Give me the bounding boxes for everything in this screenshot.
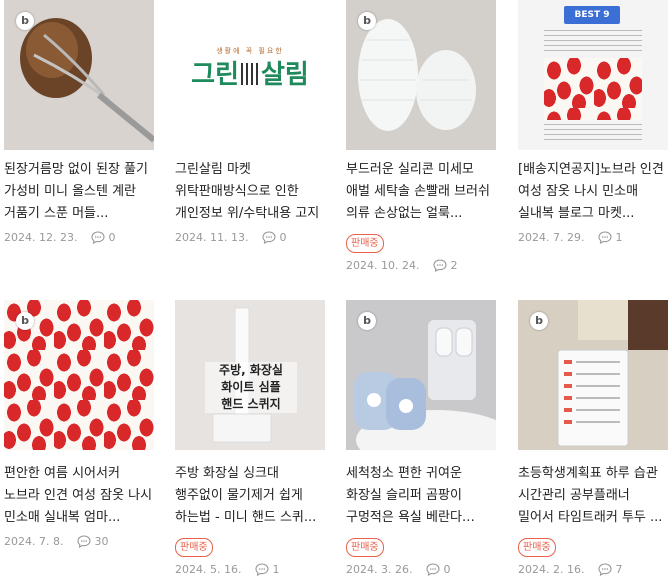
overlay-caption: 주방, 화장실 화이트 심플 핸드 스퀴지 <box>205 362 297 413</box>
post-title[interactable]: 주방 화장실 싱크대 행주없이 물기제거 쉽게 하는법 - 미니 핸드 스퀴..… <box>175 463 325 529</box>
post-card[interactable]: BEST 9 [배송지연공지]노브라 인견 여성 잠옷 나시 민소매 실내복 블… <box>518 0 668 244</box>
blog-badge-icon: b <box>16 312 34 330</box>
post-meta: 2024. 2. 16. 7 <box>518 563 668 576</box>
post-title[interactable]: 세척청소 편한 귀여운 화장실 슬리퍼 곰팡이 구멍적은 욕실 베란다 실내화.… <box>346 463 496 529</box>
post-card[interactable]: b 초등학생계획표 하루 습관 시간관리 공부플래너 밀어서 타임트래커 투두 … <box>518 300 668 576</box>
post-thumbnail[interactable]: b <box>518 300 668 450</box>
post-thumbnail[interactable]: b <box>4 300 154 450</box>
post-date: 2024. 11. 13. <box>175 231 249 244</box>
best-badge: BEST 9 <box>564 6 620 24</box>
logo-tagline: 생활에 꼭 필요한 <box>216 47 284 55</box>
blog-badge-icon: b <box>358 12 376 30</box>
text-lines <box>544 30 642 54</box>
green-salim-logo: 생활에 꼭 필요한 그린 살림 <box>175 46 325 90</box>
post-date: 2024. 3. 26. <box>346 563 413 576</box>
post-thumbnail[interactable]: b <box>4 0 154 150</box>
post-meta: 2024. 7. 29. 1 <box>518 231 668 244</box>
post-card[interactable]: b 편안한 여름 시어서커 노브라 인견 여성 잠옷 나시 민소매 실내복 엄마… <box>4 300 154 548</box>
post-thumbnail[interactable]: BEST 9 <box>518 0 668 150</box>
on-sale-tag: 판매중 <box>346 234 384 253</box>
post-date: 2024. 10. 24. <box>346 259 420 272</box>
post-card[interactable]: 생활에 꼭 필요한 그린 살림 그린살림 마켓 위탁판매방식으로 인한 개인정보 … <box>175 0 325 244</box>
post-date: 2024. 12. 23. <box>4 231 78 244</box>
comment-icon <box>433 259 448 272</box>
logo-utensil-icon <box>241 63 259 85</box>
comment-count[interactable]: 1 <box>255 563 279 576</box>
post-title[interactable]: 초등학생계획표 하루 습관 시간관리 공부플래너 밀어서 타임트래커 투두 ..… <box>518 463 668 529</box>
logo-text-right: 살림 <box>261 60 309 90</box>
comment-icon <box>262 231 277 244</box>
logo-text-left: 그린 <box>191 60 239 90</box>
post-thumbnail[interactable]: 생활에 꼭 필요한 그린 살림 <box>175 0 325 150</box>
on-sale-tag: 판매중 <box>346 538 384 557</box>
comment-count[interactable]: 0 <box>426 563 450 576</box>
on-sale-tag: 판매중 <box>175 538 213 557</box>
comment-count[interactable]: 1 <box>598 231 622 244</box>
post-meta: 2024. 12. 23. 0 <box>4 231 154 244</box>
post-date: 2024. 7. 29. <box>518 231 585 244</box>
blog-badge-icon: b <box>358 312 376 330</box>
comment-count[interactable]: 7 <box>598 563 622 576</box>
comment-icon <box>598 231 613 244</box>
comment-icon <box>426 563 441 576</box>
comment-count[interactable]: 2 <box>433 259 457 272</box>
post-card[interactable]: b 세척청소 편한 귀여운 화장실 슬리퍼 곰팡이 구멍적은 욕실 베란다 실내… <box>346 300 496 576</box>
post-title[interactable]: 편안한 여름 시어서커 노브라 인견 여성 잠옷 나시 민소매 실내복 엄마..… <box>4 463 154 529</box>
post-title[interactable]: 부드러운 실리콘 미세모 애벌 세탁솔 손빨래 브러쉬 의류 손상없는 얼룩..… <box>346 159 496 225</box>
text-lines <box>544 124 642 144</box>
post-meta: 2024. 7. 8. 30 <box>4 535 154 548</box>
comment-count[interactable]: 0 <box>91 231 115 244</box>
post-card[interactable]: b 된장거름망 없이 된장 풀기 가성비 미니 올스텐 계란 거품기 스푼 머들… <box>4 0 154 244</box>
post-thumbnail[interactable]: b <box>346 300 496 450</box>
post-meta: 2024. 11. 13. 0 <box>175 231 325 244</box>
post-meta: 2024. 3. 26. 0 <box>346 563 496 576</box>
post-title[interactable]: 된장거름망 없이 된장 풀기 가성비 미니 올스텐 계란 거품기 스푼 머들..… <box>4 159 154 225</box>
post-date: 2024. 5. 16. <box>175 563 242 576</box>
post-card[interactable]: 주방, 화장실 화이트 심플 핸드 스퀴지 주방 화장실 싱크대 행주없이 물기… <box>175 300 325 576</box>
blog-badge-icon: b <box>530 312 548 330</box>
comment-icon <box>77 535 92 548</box>
comment-icon <box>598 563 613 576</box>
post-card[interactable]: b 부드러운 실리콘 미세모 애벌 세탁솔 손빨래 브러쉬 의류 손상없는 얼룩… <box>346 0 496 272</box>
comment-icon <box>91 231 106 244</box>
post-date: 2024. 7. 8. <box>4 535 64 548</box>
post-meta: 2024. 5. 16. 1 <box>175 563 325 576</box>
comment-icon <box>255 563 270 576</box>
pattern-image <box>544 58 642 120</box>
comment-count[interactable]: 30 <box>77 535 108 548</box>
comment-count[interactable]: 0 <box>262 231 286 244</box>
post-meta: 2024. 10. 24. 2 <box>346 259 496 272</box>
post-thumbnail[interactable]: b <box>346 0 496 150</box>
on-sale-tag: 판매중 <box>518 538 556 557</box>
post-title[interactable]: [배송지연공지]노브라 인견 여성 잠옷 나시 민소매 실내복 블로그 마켓..… <box>518 159 668 225</box>
post-thumbnail[interactable]: 주방, 화장실 화이트 심플 핸드 스퀴지 <box>175 300 325 450</box>
blog-badge-icon: b <box>16 12 34 30</box>
post-title[interactable]: 그린살림 마켓 위탁판매방식으로 인한 개인정보 위/수탁내용 고지 <box>175 159 325 225</box>
post-date: 2024. 2. 16. <box>518 563 585 576</box>
